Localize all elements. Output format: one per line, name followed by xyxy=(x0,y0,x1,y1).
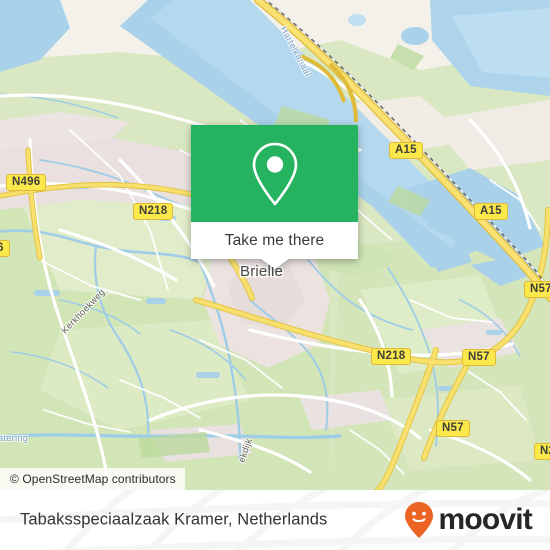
attribution-text: © OpenStreetMap contributors xyxy=(10,472,176,486)
popup-header xyxy=(191,125,358,222)
map-canvas[interactable]: Brielle Hartelkanaal atering Kerkhoekweg… xyxy=(0,0,550,490)
map-attribution[interactable]: © OpenStreetMap contributors xyxy=(0,468,185,490)
take-me-there-label: Take me there xyxy=(224,231,325,249)
map-pin-icon xyxy=(252,142,297,205)
moovit-smiley-pin-icon xyxy=(405,502,434,538)
location-popup-card[interactable]: Take me there xyxy=(191,125,358,269)
moovit-wordmark: moovit xyxy=(438,503,532,536)
moovit-logo[interactable]: moovit xyxy=(404,501,533,539)
map-share-card: Brielle Hartelkanaal atering Kerkhoekweg… xyxy=(0,0,550,550)
footer-bar: Tabaksspeciaalzaak Kramer, Netherlands m… xyxy=(0,490,550,550)
take-me-there-button[interactable]: Take me there xyxy=(191,222,358,269)
popup-pointer-tip xyxy=(259,258,290,269)
location-title: Tabaksspeciaalzaak Kramer, Netherlands xyxy=(20,510,328,529)
